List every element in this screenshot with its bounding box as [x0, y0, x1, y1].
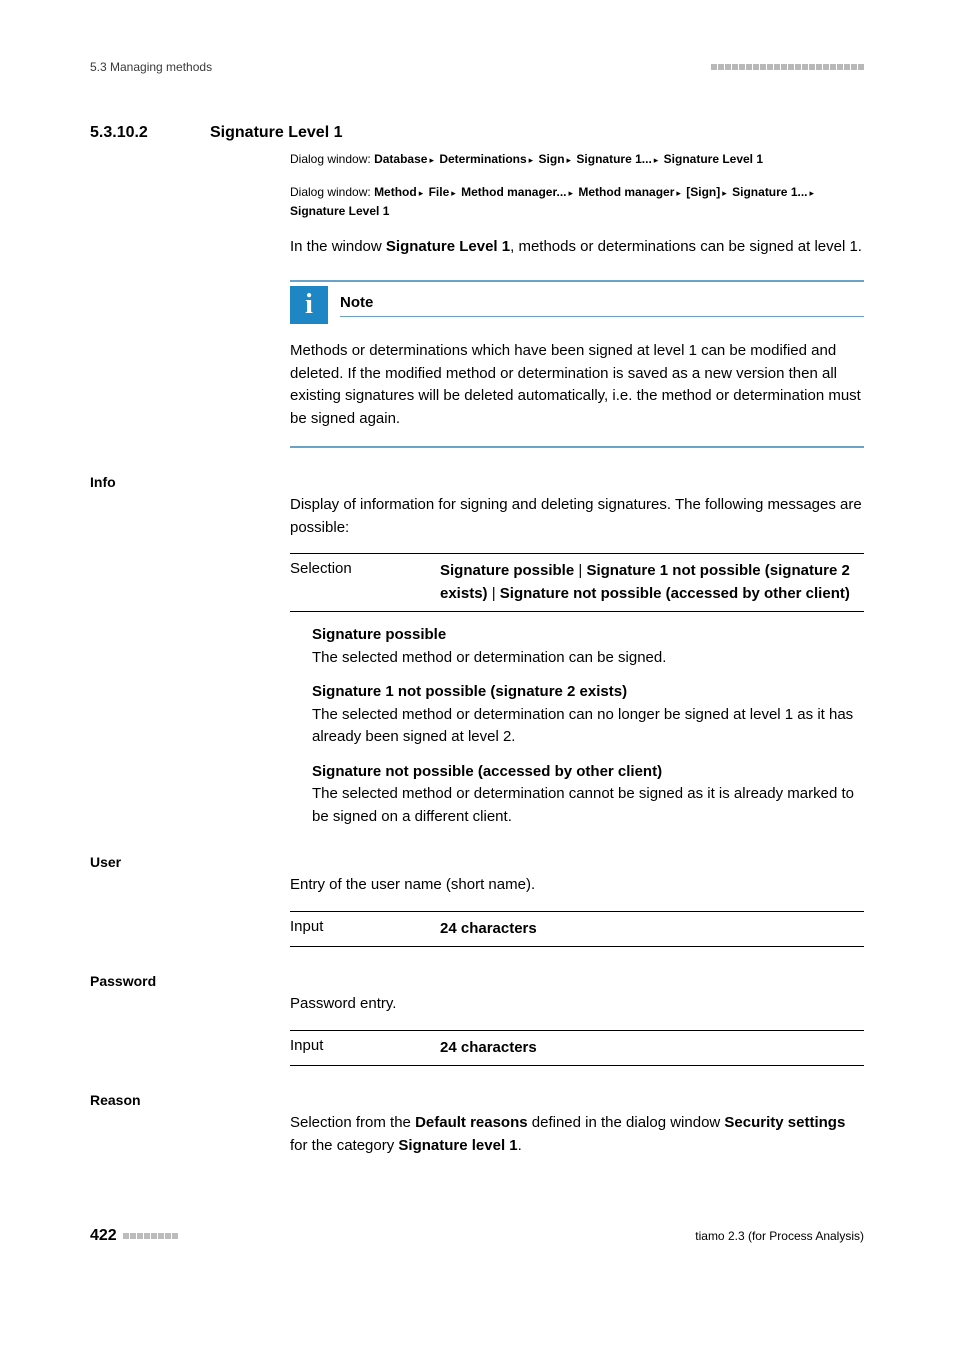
separator-icon: ▸ — [654, 153, 659, 167]
product-name: tiamo 2.3 (for Process Analysis) — [695, 1229, 864, 1243]
option-body: The selected method or determination can… — [312, 783, 864, 828]
path-segment: File — [429, 185, 450, 199]
option-head: Signature 1 not possible (signature 2 ex… — [312, 681, 864, 704]
section-number: 5.3.10.2 — [90, 124, 210, 142]
note-title: Note — [340, 294, 373, 311]
table-row: Input 24 characters — [290, 911, 864, 947]
selection-value: Signature possible | Signature 1 not pos… — [440, 554, 864, 612]
path-segment: Signature Level 1 — [664, 152, 763, 166]
option-description: Signature possible The selected method o… — [290, 624, 864, 669]
option-description: Signature 1 not possible (signature 2 ex… — [290, 681, 864, 749]
path-segment: Signature 1... — [576, 152, 651, 166]
option: Signature possible — [440, 562, 574, 579]
info-icon: i — [290, 286, 328, 324]
path-segment: Method manager — [578, 185, 674, 199]
path-segment: Sign — [539, 152, 565, 166]
separator-icon: ▸ — [722, 186, 727, 200]
option-body: The selected method or determination can… — [312, 647, 864, 670]
selection-table: Selection Signature possible | Signature… — [290, 553, 864, 612]
separator-icon: ▸ — [529, 153, 534, 167]
text-run-bold: Signature level 1 — [398, 1137, 517, 1154]
footer-decoration — [123, 1233, 178, 1239]
path-segment: Method manager... — [461, 185, 566, 199]
breadcrumb: 5.3 Managing methods — [90, 60, 212, 74]
input-key: Input — [290, 911, 440, 947]
separator-icon: ▸ — [569, 186, 574, 200]
input-value: 24 characters — [440, 1039, 537, 1056]
password-intro: Password entry. — [290, 993, 864, 1016]
text-run: , methods or determinations can be signe… — [510, 238, 862, 255]
path-segment: Database — [374, 152, 427, 166]
page-number: 422 — [90, 1227, 117, 1245]
page-header: 5.3 Managing methods — [90, 60, 864, 74]
text-run-bold: Security settings — [724, 1114, 845, 1131]
note-box: i Note Methods or determinations which h… — [290, 280, 864, 448]
text-run: for the category — [290, 1137, 398, 1154]
separator-icon: ▸ — [451, 186, 456, 200]
field-label-user: User — [90, 854, 864, 870]
separator-icon: ▸ — [429, 153, 434, 167]
reason-text: Selection from the Default reasons defin… — [290, 1112, 864, 1157]
selection-key: Selection — [290, 554, 440, 612]
input-value: 24 characters — [440, 920, 537, 937]
dialog-path-2: Dialog window: Method▸ File▸ Method mana… — [290, 183, 864, 221]
text-run: In the window — [290, 238, 386, 255]
table-row: Input 24 characters — [290, 1030, 864, 1066]
dialog-path-1: Dialog window: Database▸ Determinations▸… — [290, 150, 864, 169]
separator-icon: ▸ — [810, 186, 815, 200]
path-segment: Determinations — [439, 152, 526, 166]
separator: | — [574, 562, 586, 579]
option: Signature not possible (accessed by othe… — [500, 585, 850, 602]
path-segment: [Sign] — [686, 185, 720, 199]
text-run-bold: Signature Level 1 — [386, 238, 510, 255]
option-head: Signature not possible (accessed by othe… — [312, 761, 864, 784]
section-title: Signature Level 1 — [210, 124, 343, 142]
path-segment: Method — [374, 185, 417, 199]
separator-icon: ▸ — [567, 153, 572, 167]
user-input-table: Input 24 characters — [290, 911, 864, 948]
user-intro: Entry of the user name (short name). — [290, 874, 864, 897]
path-segment: Signature 1... — [732, 185, 807, 199]
text-run-bold: Default reasons — [415, 1114, 528, 1131]
note-body: Methods or determinations which have bee… — [290, 326, 864, 448]
separator: | — [488, 585, 500, 602]
separator-icon: ▸ — [676, 186, 681, 200]
password-input-table: Input 24 characters — [290, 1030, 864, 1067]
info-intro: Display of information for signing and d… — [290, 494, 864, 539]
page-footer: 422 tiamo 2.3 (for Process Analysis) — [90, 1227, 864, 1245]
option-description: Signature not possible (accessed by othe… — [290, 761, 864, 829]
text-run: defined in the dialog window — [528, 1114, 725, 1131]
separator-icon: ▸ — [419, 186, 424, 200]
field-label-reason: Reason — [90, 1092, 864, 1108]
header-decoration — [711, 64, 864, 70]
dialog-prefix: Dialog window: — [290, 185, 371, 199]
path-segment: Signature Level 1 — [290, 204, 389, 218]
intro-text: In the window Signature Level 1, methods… — [290, 236, 864, 259]
dialog-prefix: Dialog window: — [290, 152, 371, 166]
section-heading: 5.3.10.2 Signature Level 1 — [90, 124, 864, 142]
option-body: The selected method or determination can… — [312, 704, 864, 749]
option-head: Signature possible — [312, 624, 864, 647]
input-key: Input — [290, 1030, 440, 1066]
table-row: Selection Signature possible | Signature… — [290, 554, 864, 612]
text-run: . — [518, 1137, 522, 1154]
text-run: Selection from the — [290, 1114, 415, 1131]
field-label-password: Password — [90, 973, 864, 989]
field-label-info: Info — [90, 474, 864, 490]
